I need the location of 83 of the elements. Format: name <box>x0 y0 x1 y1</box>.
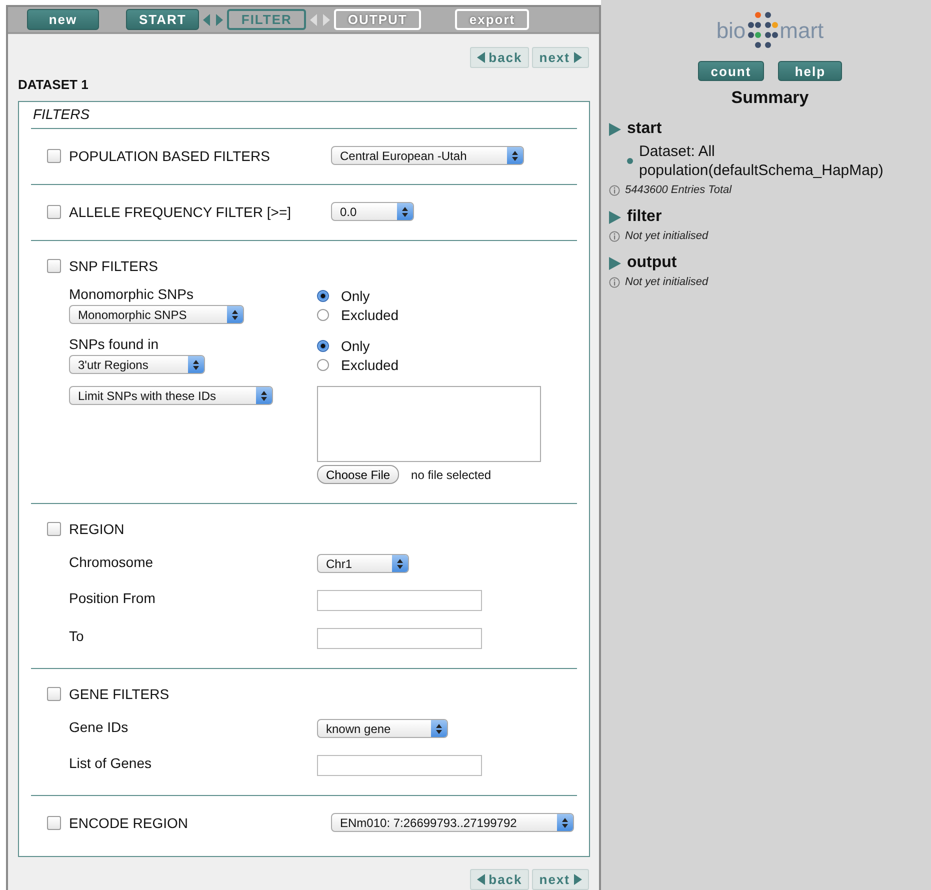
dropdown[interactable]: 3'utr Regions <box>69 355 206 374</box>
double-arrow-icon <box>310 14 330 26</box>
expand-triangle-icon[interactable] <box>609 122 621 136</box>
field-label: SNPs found in <box>69 336 160 352</box>
input-field[interactable] <box>317 755 482 776</box>
right-triangle-icon <box>574 874 582 885</box>
section-label: SNP FILTERS <box>69 258 158 274</box>
section-label: ALLELE FREQUENCY FILTER [>=] <box>69 204 292 220</box>
dataset-title: DATASET 1 <box>18 77 90 92</box>
next-button[interactable]: next <box>532 869 589 890</box>
dot-grid-icon <box>748 11 778 51</box>
field-label: List of Genes <box>69 755 152 771</box>
sidebar-button[interactable]: help <box>778 61 842 81</box>
section-label: POPULATION BASED FILTERS <box>69 148 270 164</box>
stepper-icon <box>256 387 272 404</box>
dropdown[interactable]: Monomorphic SNPS <box>69 305 244 324</box>
left-triangle-icon <box>476 52 485 63</box>
step-button[interactable]: START <box>126 9 200 30</box>
radio-label: Only <box>341 338 370 354</box>
back-button[interactable]: back <box>470 869 530 890</box>
choose-file-button[interactable]: Choose File <box>317 465 400 484</box>
radio-label: Only <box>341 288 370 304</box>
checkbox[interactable] <box>47 148 61 162</box>
radio-label: Excluded <box>341 357 399 373</box>
summary-item: Dataset: All population(defaultSchema_HapMap) <box>639 142 884 180</box>
dropdown[interactable]: ENm010: 7:26699793..27199792 <box>331 813 574 832</box>
dropdown[interactable]: Limit SNPs with these IDs <box>69 386 274 405</box>
checkbox[interactable] <box>47 204 61 218</box>
stepper-icon <box>392 555 408 572</box>
dropdown[interactable]: 0.0 <box>331 202 414 221</box>
radio-button[interactable] <box>317 290 329 302</box>
stepper-icon <box>556 814 573 831</box>
filters-title: FILTERS <box>31 106 577 129</box>
next-button[interactable]: next <box>532 47 589 68</box>
expand-triangle-icon[interactable] <box>609 256 621 270</box>
stepper-icon <box>396 203 413 220</box>
left-triangle-icon <box>476 874 485 885</box>
right-triangle-icon <box>574 52 582 63</box>
checkbox[interactable] <box>47 687 61 701</box>
field-label: Position From <box>69 590 156 606</box>
field-label: Monomorphic SNPs <box>69 286 194 302</box>
stepper-icon <box>188 356 204 373</box>
stepper-icon <box>430 720 447 737</box>
info-icon <box>609 184 620 196</box>
field-label: Chromosome <box>69 554 154 570</box>
radio-button[interactable] <box>317 340 329 352</box>
double-arrow-icon <box>203 14 224 26</box>
new-button[interactable]: new <box>27 9 99 30</box>
logo-text: mart <box>780 18 824 44</box>
dropdown[interactable]: Chr1 <box>317 554 410 573</box>
summary-info: Not yet initialised <box>625 276 708 288</box>
info-icon <box>609 276 620 288</box>
radio-label: Excluded <box>341 307 399 323</box>
checkbox[interactable] <box>47 259 61 273</box>
radio-button[interactable] <box>317 359 329 371</box>
summary-info: Not yet initialised <box>625 230 708 242</box>
expand-triangle-icon[interactable] <box>609 210 621 224</box>
field-label: To <box>69 628 85 644</box>
checkbox[interactable] <box>47 816 61 830</box>
section-label: GENE FILTERS <box>69 686 170 702</box>
dropdown[interactable]: known gene <box>317 719 448 738</box>
summary-heading: output <box>627 254 677 272</box>
radio-button[interactable] <box>317 309 329 321</box>
section-label: REGION <box>69 521 124 537</box>
summary-heading: start <box>627 120 662 138</box>
id-list-field[interactable] <box>317 386 541 462</box>
summary-heading: filter <box>627 208 662 226</box>
sidebar-button[interactable]: count <box>698 61 764 81</box>
stepper-icon <box>506 147 523 164</box>
summary-title: Summary <box>730 88 810 108</box>
input-field[interactable] <box>317 628 482 649</box>
logo-text: bio <box>716 18 746 44</box>
back-button[interactable]: back <box>470 47 530 68</box>
bullet-icon <box>627 158 633 164</box>
checkbox[interactable] <box>47 522 61 536</box>
info-icon <box>609 230 620 242</box>
stepper-icon <box>226 306 243 323</box>
file-status: no file selected <box>411 468 492 482</box>
dropdown[interactable]: Central European -Utah <box>331 146 524 165</box>
input-field[interactable] <box>317 590 482 611</box>
summary-info: 5443600 Entries Total <box>625 184 732 196</box>
field-label: Gene IDs <box>69 719 130 735</box>
section-label: ENCODE REGION <box>69 814 188 830</box>
